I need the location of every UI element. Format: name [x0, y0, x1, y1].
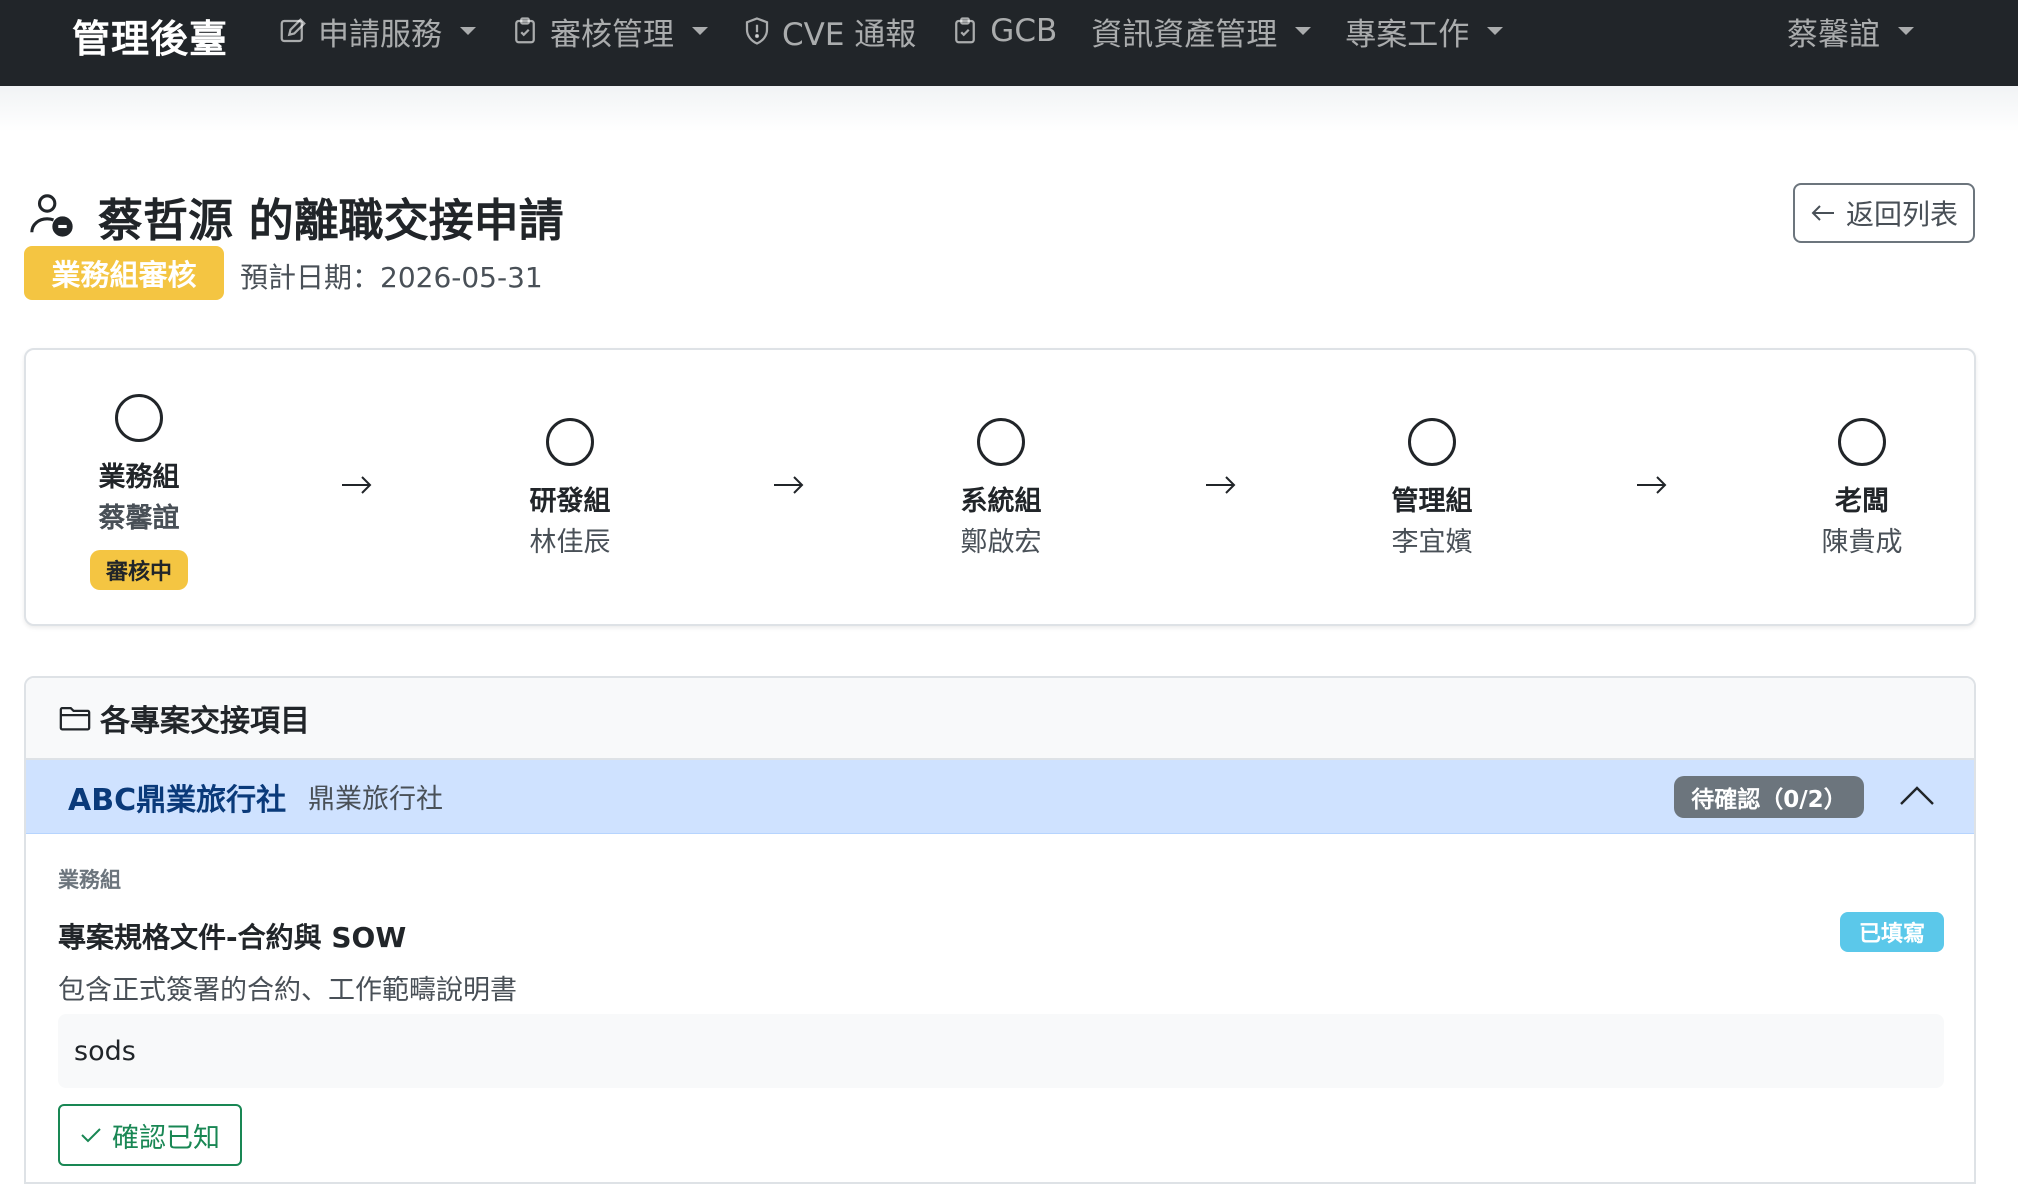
arrow-right-icon: [1637, 476, 1667, 494]
pending-confirm-badge: 待確認（0/2）: [1674, 776, 1864, 818]
arrow-right-icon: [774, 476, 804, 494]
approval-workflow-card: 業務組 蔡馨誼 審核中 研發組 林佳辰 系統組 鄭啟宏 管理組 李宜嬪 老闆 陳…: [24, 348, 1976, 626]
workflow-step-sales: 業務組 蔡馨誼 審核中: [39, 394, 239, 590]
person-dash-icon: [30, 194, 73, 237]
project-client: 鼎業旅行社: [308, 784, 443, 815]
step-person: 李宜嬪: [1391, 527, 1473, 558]
step-circle: [1408, 418, 1456, 466]
arrow-left-icon: [1811, 205, 1834, 221]
clipboard-check-icon: [515, 17, 535, 44]
back-to-list-button[interactable]: 返回列表: [1793, 183, 1975, 243]
confirm-button-label: 確認已知: [112, 1122, 220, 1154]
top-navbar: 管理後臺 申請服務 審核管理 CVE 通報 GCB 資訊資產管理 專案工作 蔡馨…: [0, 0, 2018, 86]
confirm-acknowledged-button[interactable]: 確認已知: [58, 1104, 242, 1166]
section-label: 業務組: [58, 868, 121, 892]
card-header: 各專案交接項目: [26, 678, 1974, 760]
nav-item-label: GCB: [990, 13, 1058, 49]
chevron-down-icon: [1295, 27, 1312, 35]
page-title: 蔡哲源 的離職交接申請: [98, 194, 564, 247]
step-person: 陳貴成: [1821, 527, 1903, 558]
nav-menu: 申請服務 審核管理 CVE 通報 GCB 資訊資產管理 專案工作: [278, 8, 1537, 54]
step-person: 林佳辰: [529, 527, 611, 558]
project-handover-card: 各專案交接項目 ABC鼎業旅行社 鼎業旅行社 待確認（0/2） 業務組 專案規格…: [24, 676, 1976, 1184]
check-icon: [81, 1128, 101, 1143]
nav-item-project-work[interactable]: 專案工作: [1345, 9, 1504, 54]
chevron-down-icon: [1898, 27, 1914, 35]
back-button-label: 返回列表: [1845, 198, 1958, 231]
folder-icon: [59, 706, 91, 731]
step-status-badge: 審核中: [89, 550, 188, 590]
step-dept: 系統組: [960, 486, 1042, 517]
due-date: 預計日期：2026-05-31: [240, 261, 543, 294]
user-menu[interactable]: 蔡馨誼: [1787, 8, 1914, 54]
filled-badge: 已填寫: [1840, 912, 1944, 952]
arrow-right-icon: [342, 476, 372, 494]
status-badge: 業務組審核: [24, 246, 224, 300]
nav-item-review[interactable]: 審核管理: [510, 9, 708, 54]
chevron-down-icon: [1487, 27, 1504, 35]
step-circle: [115, 394, 163, 442]
workflow-step-system: 系統組 鄭啟宏: [901, 418, 1101, 564]
shield-exclamation-icon: [745, 17, 769, 45]
step-dept: 研發組: [529, 486, 611, 517]
handover-item-title: 專案規格文件-合約與 SOW: [58, 921, 407, 954]
navbar-shadow: [0, 86, 2018, 132]
step-dept: 老闆: [1835, 486, 1889, 517]
step-circle: [977, 418, 1025, 466]
nav-item-label: CVE 通報: [782, 16, 917, 53]
step-circle: [546, 418, 594, 466]
workflow-step-rd: 研發組 林佳辰: [470, 418, 670, 564]
chevron-down-icon: [460, 27, 476, 35]
workflow-step-management: 管理組 李宜嬪: [1332, 418, 1532, 564]
step-circle: [1838, 418, 1886, 466]
clipboard-check-icon: [955, 17, 976, 44]
step-person: 鄭啟宏: [960, 527, 1042, 558]
accordion-project-header[interactable]: ABC鼎業旅行社 鼎業旅行社 待確認（0/2）: [26, 760, 1974, 834]
nav-item-label: 申請服務: [318, 16, 442, 53]
nav-item-apply-service[interactable]: 申請服務: [278, 9, 476, 54]
handover-answer: sods: [58, 1014, 1944, 1088]
step-person: 蔡馨誼: [98, 503, 180, 534]
step-dept: 業務組: [98, 462, 180, 493]
nav-item-label: 專案工作: [1345, 16, 1470, 53]
user-name: 蔡馨誼: [1787, 16, 1880, 53]
brand-title[interactable]: 管理後臺: [72, 8, 228, 63]
nav-item-label: 資訊資產管理: [1091, 16, 1278, 53]
nav-item-cve[interactable]: CVE 通報: [742, 9, 916, 54]
arrow-right-icon: [1206, 476, 1236, 494]
nav-item-asset-management[interactable]: 資訊資產管理: [1091, 9, 1312, 54]
step-dept: 管理組: [1391, 486, 1473, 517]
nav-item-label: 審核管理: [550, 16, 674, 53]
pencil-square-icon: [280, 18, 306, 43]
nav-item-gcb[interactable]: GCB: [950, 13, 1057, 49]
card-title: 各專案交接項目: [100, 704, 310, 739]
workflow-step-boss: 老闆 陳貴成: [1762, 418, 1962, 564]
handover-item-description: 包含正式簽署的合約、工作範疇說明書: [58, 975, 517, 1006]
project-name: ABC鼎業旅行社: [68, 782, 287, 818]
chevron-down-icon: [692, 27, 708, 35]
chevron-up-icon[interactable]: [1898, 778, 1936, 814]
